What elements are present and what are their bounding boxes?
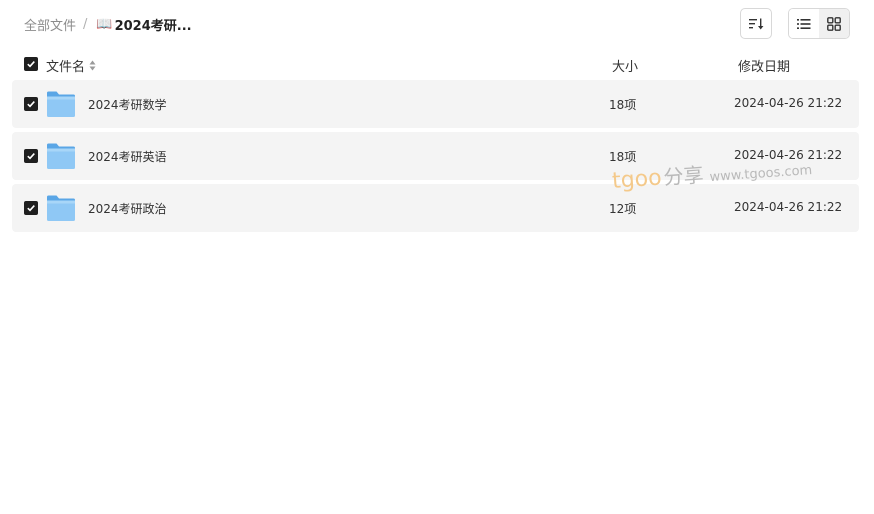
check-icon bbox=[27, 153, 35, 160]
row-modified: 2024-04-26 21:22 bbox=[734, 200, 843, 214]
list-view-button[interactable] bbox=[789, 9, 819, 38]
row-modified: 2024-04-26 21:22 bbox=[734, 96, 843, 110]
row-checkbox[interactable] bbox=[24, 149, 38, 163]
folder-icon bbox=[47, 195, 75, 221]
select-all-checkbox[interactable] bbox=[24, 57, 38, 71]
breadcrumb-separator: / bbox=[83, 16, 88, 32]
column-header-size[interactable]: 大小 bbox=[612, 56, 638, 75]
table-row[interactable]: 2024考研数学 18项 2024-04-26 21:22 bbox=[12, 80, 859, 128]
watermark-brand: tgoo bbox=[611, 165, 663, 194]
column-header-modified[interactable]: 修改日期 bbox=[738, 56, 790, 75]
view-toggle-group bbox=[788, 8, 850, 39]
check-icon bbox=[27, 205, 35, 212]
book-icon: 📖 bbox=[96, 16, 113, 32]
row-name[interactable]: 2024考研政治 bbox=[88, 200, 167, 217]
breadcrumb-root-link[interactable]: 全部文件 bbox=[24, 15, 76, 34]
folder-icon bbox=[47, 143, 75, 169]
watermark-share: 分享 bbox=[662, 162, 705, 190]
column-header-name[interactable]: 文件名 bbox=[46, 56, 96, 75]
grid-view-icon bbox=[827, 16, 841, 31]
sort-icon bbox=[749, 18, 764, 29]
grid-view-button[interactable] bbox=[819, 9, 849, 38]
column-header-name-label: 文件名 bbox=[46, 60, 86, 75]
row-size: 18项 bbox=[609, 150, 637, 164]
check-icon bbox=[27, 101, 35, 108]
row-checkbox[interactable] bbox=[24, 97, 38, 111]
row-checkbox[interactable] bbox=[24, 201, 38, 215]
sort-button[interactable] bbox=[740, 8, 772, 39]
sort-arrows-icon bbox=[89, 60, 96, 71]
folder-icon bbox=[47, 91, 75, 117]
table-header: 文件名 大小 修改日期 bbox=[24, 54, 850, 75]
list-view-icon bbox=[797, 18, 811, 29]
row-name[interactable]: 2024考研数学 bbox=[88, 96, 167, 113]
breadcrumb-current: 2024考研... bbox=[114, 18, 192, 34]
row-size: 18项 bbox=[609, 98, 637, 112]
table-row[interactable]: 2024考研政治 12项 2024-04-26 21:22 bbox=[12, 184, 859, 232]
breadcrumb: 全部文件 / 📖 2024考研... bbox=[24, 14, 192, 34]
row-name[interactable]: 2024考研英语 bbox=[88, 148, 167, 165]
row-size: 12项 bbox=[609, 202, 637, 216]
watermark-url: www.tgoos.com bbox=[709, 162, 813, 186]
check-icon bbox=[27, 61, 35, 68]
